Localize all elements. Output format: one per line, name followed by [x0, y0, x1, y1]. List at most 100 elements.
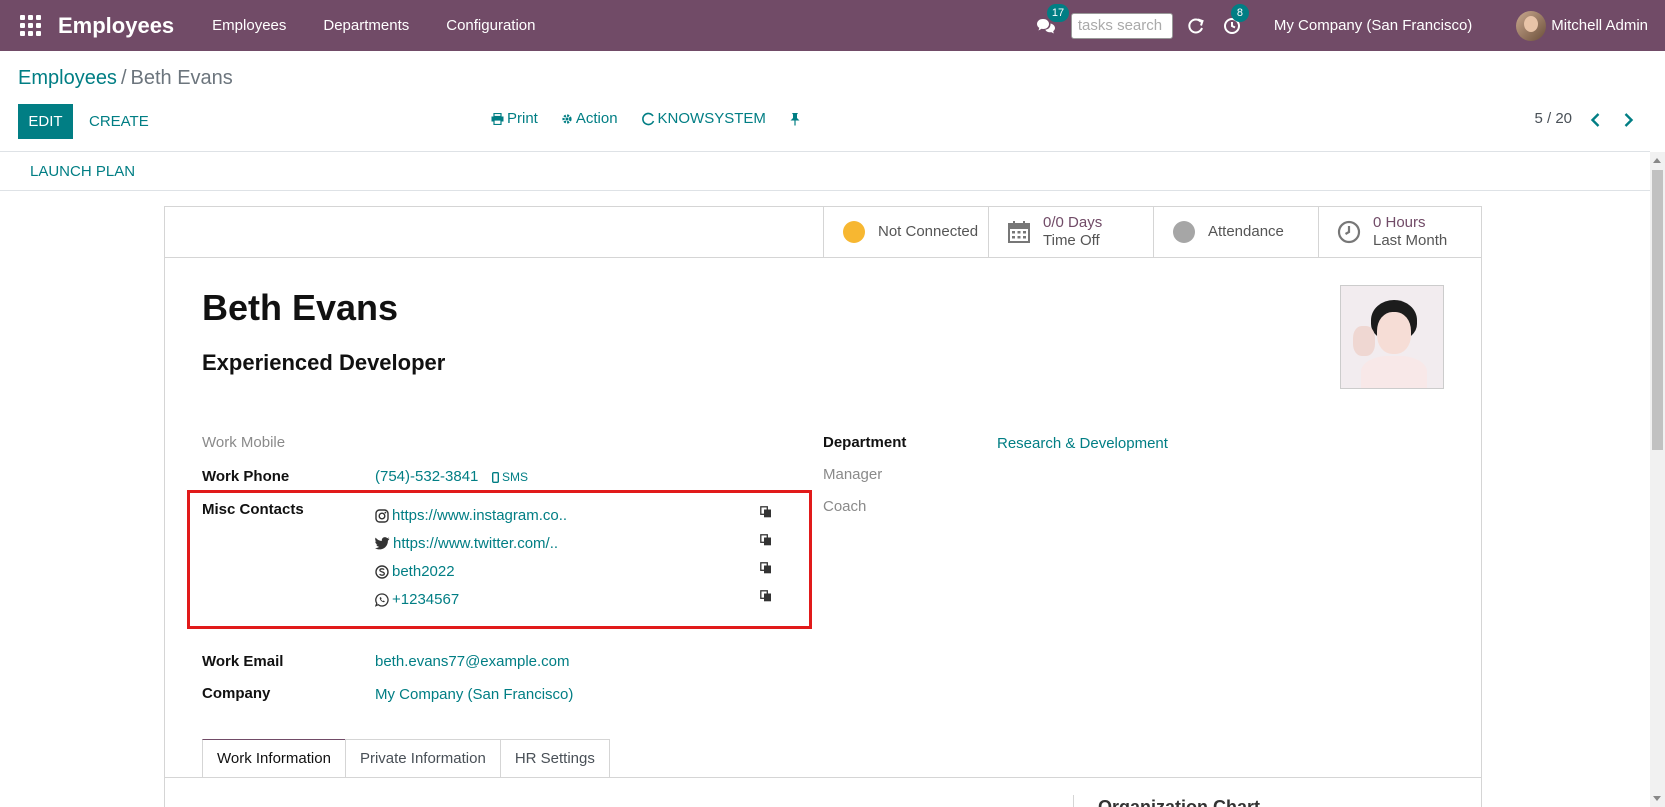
copy-icon[interactable] — [760, 562, 772, 574]
twitter-icon — [375, 537, 390, 550]
scrollbar-thumb[interactable] — [1652, 170, 1663, 450]
hours-label: Last Month — [1373, 232, 1448, 249]
presence-label: Not Connected — [878, 223, 979, 240]
twitter-contact-value: https://www.twitter.com/.. — [393, 535, 559, 552]
hours-value: 0 Hours — [1373, 214, 1426, 231]
pin-icon — [790, 112, 800, 125]
instagram-contact-value: https://www.instagram.co.. — [392, 507, 568, 524]
breadcrumb-current: Beth Evans — [130, 67, 233, 89]
organization-chart-title: Organization Chart — [1098, 797, 1261, 807]
knowsystem-icon — [641, 112, 654, 125]
whatsapp-icon — [375, 592, 389, 607]
copy-icon[interactable] — [760, 506, 772, 518]
tasks-search-input[interactable] — [1070, 12, 1173, 39]
clock-icon — [1337, 220, 1361, 244]
breadcrumb-employees-link[interactable]: Employees — [18, 67, 117, 89]
menu-configuration[interactable]: Configuration — [446, 17, 535, 34]
skype-icon — [375, 564, 389, 579]
work-phone-label: Work Phone — [202, 468, 290, 485]
presence-dot-icon — [842, 220, 866, 244]
attendance-button[interactable]: Attendance — [1153, 207, 1318, 257]
tabs-baseline — [165, 777, 1481, 778]
pin-button[interactable] — [789, 112, 804, 126]
scroll-down-icon[interactable] — [1653, 796, 1661, 801]
presence-status-button[interactable]: Not Connected — [823, 207, 988, 257]
action-label: Action — [575, 110, 618, 127]
skype-contact-link[interactable]: beth2022 — [375, 563, 455, 580]
tab-work-information[interactable]: Work Information — [202, 739, 346, 777]
whatsapp-contact-link[interactable]: +1234567 — [375, 591, 459, 608]
divider — [0, 151, 1650, 152]
activities-count-badge: 8 — [1230, 3, 1249, 22]
whatsapp-contact-value: +1234567 — [392, 591, 460, 608]
time-off-button[interactable]: 0/0 Days Time Off — [988, 207, 1153, 257]
menu-employees[interactable]: Employees — [212, 17, 286, 34]
launch-plan-button[interactable]: LAUNCH PLAN — [30, 163, 135, 180]
pager-next-icon[interactable] — [1619, 111, 1637, 129]
attendance-label: Attendance — [1208, 223, 1284, 240]
action-menus: Print Action KNOWSYSTEM — [491, 110, 827, 127]
mobile-icon — [492, 471, 499, 483]
work-mobile-label: Work Mobile — [202, 434, 286, 451]
messages-button[interactable]: 17 — [1035, 3, 1070, 37]
work-email-label: Work Email — [202, 653, 284, 670]
menu-departments[interactable]: Departments — [323, 17, 409, 34]
sms-button[interactable]: SMS — [492, 470, 528, 484]
pager-value[interactable]: 5 / 20 — [1534, 110, 1572, 127]
breadcrumb: Employees / Beth Evans — [18, 67, 233, 90]
department-link[interactable]: Research & Development — [997, 435, 1168, 452]
instagram-contact-link[interactable]: https://www.instagram.co.. — [375, 507, 567, 524]
department-label: Department — [823, 434, 907, 451]
edit-button[interactable]: EDIT — [18, 104, 73, 139]
app-menu-icon[interactable] — [18, 14, 42, 38]
knowsystem-label: KNOWSYSTEM — [657, 110, 766, 127]
time-off-value: 0/0 Days — [1043, 214, 1103, 231]
notebook-tabs: Work Information Private Information HR … — [202, 739, 610, 777]
divider — [0, 190, 1650, 191]
top-navbar: Employees Employees Departments Configur… — [0, 0, 1665, 51]
hours-last-month-button[interactable]: 0 Hours Last Month — [1318, 207, 1483, 257]
work-phone-link[interactable]: (754)-532-3841 — [375, 468, 478, 485]
print-icon — [491, 112, 504, 125]
activities-button[interactable]: 8 — [1221, 3, 1249, 37]
misc-contacts-label: Misc Contacts — [202, 501, 304, 518]
company-link[interactable]: My Company (San Francisco) — [375, 686, 573, 703]
employee-form-sheet: Not Connected 0/0 Days Time Off Attendanc… — [164, 206, 1482, 807]
skype-contact-value: beth2022 — [392, 563, 455, 580]
manager-label: Manager — [823, 466, 883, 483]
user-menu[interactable]: Mitchell Admin — [1551, 17, 1648, 34]
user-avatar[interactable] — [1516, 10, 1547, 41]
tab-private-information[interactable]: Private Information — [344, 739, 501, 777]
pager-previous-icon[interactable] — [1587, 111, 1605, 129]
divider — [1073, 795, 1074, 807]
knowsystem-refresh-button[interactable] — [1185, 15, 1207, 37]
messages-count-badge: 17 — [1046, 3, 1070, 22]
twitter-contact-link[interactable]: https://www.twitter.com/.. — [375, 535, 558, 552]
sms-label: SMS — [502, 470, 529, 484]
action-button[interactable]: Action — [561, 110, 618, 127]
time-off-label: Time Off — [1043, 232, 1100, 249]
calendar-icon — [1007, 220, 1031, 244]
scrollbar[interactable] — [1650, 152, 1665, 807]
smart-buttons: Not Connected 0/0 Days Time Off Attendanc… — [165, 207, 1481, 258]
print-button[interactable]: Print — [491, 110, 538, 127]
tab-hr-settings[interactable]: HR Settings — [499, 739, 610, 777]
knowsystem-button[interactable]: KNOWSYSTEM — [641, 110, 766, 127]
company-switcher[interactable]: My Company (San Francisco) — [1274, 17, 1472, 34]
attendance-dot-icon — [1172, 220, 1196, 244]
print-label: Print — [507, 110, 538, 127]
copy-icon[interactable] — [760, 534, 772, 546]
instagram-icon — [375, 508, 389, 523]
gear-icon — [562, 113, 572, 124]
app-title[interactable]: Employees — [58, 13, 174, 39]
work-email-link[interactable]: beth.evans77@example.com — [375, 653, 570, 670]
company-label: Company — [202, 685, 271, 702]
employee-name: Beth Evans — [202, 287, 399, 328]
create-button[interactable]: CREATE — [89, 104, 149, 139]
coach-label: Coach — [823, 498, 867, 515]
employee-job-title: Experienced Developer — [202, 350, 446, 375]
employee-photo[interactable] — [1340, 285, 1444, 389]
scroll-up-icon[interactable] — [1653, 158, 1661, 163]
copy-icon[interactable] — [760, 590, 772, 602]
breadcrumb-separator: / — [120, 67, 127, 89]
